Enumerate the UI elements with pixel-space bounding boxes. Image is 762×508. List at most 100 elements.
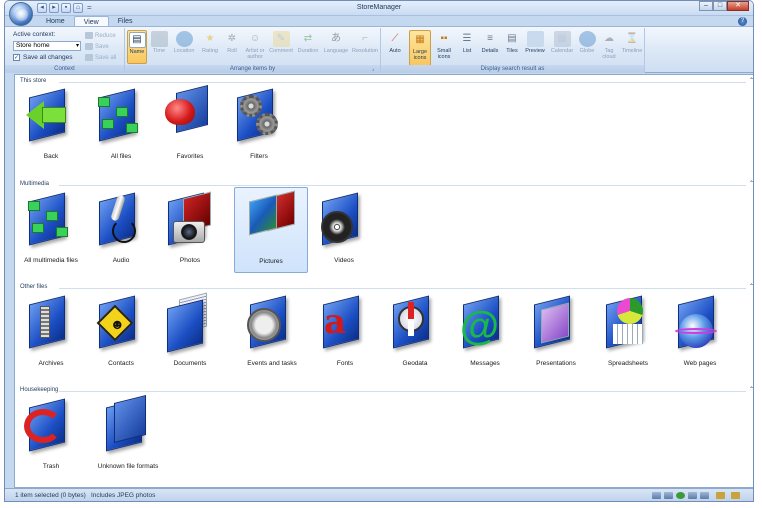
item-trash[interactable]: Trash	[17, 395, 85, 477]
share-icon[interactable]	[688, 492, 697, 499]
filter-icon[interactable]	[664, 492, 673, 499]
arrange-by-artist-button[interactable]: ☺ Artist or author	[243, 30, 267, 64]
fonts-letter-folder-icon: a	[316, 294, 374, 356]
item-spreadsheets[interactable]: Spreadsheets	[594, 292, 662, 374]
section-title: Housekeeping	[20, 387, 59, 393]
item-presentations[interactable]: Presentations	[522, 292, 590, 374]
section-multimedia: Multimedia ⌃	[15, 180, 753, 189]
view-icon[interactable]	[716, 492, 725, 499]
arrange-dialog-launcher-icon[interactable]: ⌟	[372, 66, 378, 72]
display-list-button[interactable]: ☰ List	[457, 30, 477, 64]
item-web-pages[interactable]: Web pages	[666, 292, 734, 374]
arrange-by-rating-button[interactable]: ★ Rating	[199, 30, 221, 64]
arrange-by-language-button[interactable]: あ Language	[322, 30, 350, 64]
item-documents[interactable]: Documents	[156, 292, 224, 374]
arrange-by-location-button[interactable]: Location	[171, 30, 197, 64]
item-unknown-file-formats[interactable]: Unknown file formats	[87, 395, 169, 477]
item-fonts[interactable]: a Fonts	[311, 292, 379, 374]
spreadsheets-chart-folder-icon	[599, 294, 657, 356]
film-roll-icon: ✲	[227, 33, 237, 44]
item-label: Spreadsheets	[607, 360, 649, 367]
item-events-and-tasks[interactable]: Events and tasks	[233, 292, 311, 374]
display-group-label: Display search result as	[381, 65, 644, 73]
display-calendar-label: Calendar	[550, 48, 574, 54]
display-timeline-button[interactable]: ⌛ Timeline	[621, 30, 643, 64]
store-browser: This store ⌃ Back All files Favorites Fi…	[14, 74, 753, 488]
item-label: Contacts	[108, 360, 134, 367]
item-photos[interactable]: Photos	[156, 189, 224, 271]
display-small-icons-button[interactable]: ▪▪ Small icons	[433, 30, 455, 64]
arrange-by-rating-label: Rating	[202, 48, 218, 54]
save-button[interactable]: Save	[85, 43, 109, 50]
display-details-label: Details	[481, 48, 499, 54]
refresh-icon[interactable]	[676, 492, 685, 499]
item-audio[interactable]: Audio	[87, 189, 155, 271]
arrange-by-name-button[interactable]: ▤ Name	[127, 30, 147, 64]
item-label: Archives	[38, 360, 64, 367]
display-calendar-button[interactable]: ▦ Calendar	[549, 30, 575, 64]
preview-icon	[526, 31, 544, 47]
minimize-button[interactable]: –	[699, 1, 713, 11]
item-back[interactable]: Back	[17, 85, 85, 167]
reduce-button[interactable]: Reduce	[85, 32, 116, 39]
item-label: Fonts	[336, 360, 354, 367]
timeline-icon: ⌛	[625, 33, 639, 44]
arrange-by-time-button[interactable]: ◷ Time	[149, 30, 169, 64]
people-icon[interactable]	[731, 492, 740, 499]
item-label: All files	[110, 153, 132, 160]
item-pictures[interactable]: Pictures	[234, 187, 308, 273]
item-all-files[interactable]: All files	[87, 85, 155, 167]
save-all-label: Save all	[95, 54, 117, 61]
close-button[interactable]: ✕	[727, 1, 749, 11]
save-all-changes-checkbox[interactable]: ✓ Save all changes	[13, 54, 73, 61]
arrange-by-comment-label: Comment	[269, 48, 293, 54]
display-tag-cloud-button[interactable]: ☁ Tag cloud	[599, 30, 619, 64]
title-bar: ◂ ▸ ▪ ⌂ = StoreManager – □ ✕	[5, 1, 753, 16]
item-archives[interactable]: Archives	[17, 292, 85, 374]
arrange-by-resolution-button[interactable]: ⌐ Resolution	[351, 30, 379, 64]
item-label: Photos	[179, 257, 201, 264]
store-select[interactable]: Store home ▾	[13, 41, 81, 51]
arrange-by-resolution-label: Resolution	[352, 48, 378, 54]
settings-icon[interactable]	[700, 492, 709, 499]
display-large-icons-button[interactable]: ▦ Large icons	[409, 30, 431, 66]
save-label: Save	[95, 43, 109, 50]
maximize-button[interactable]: □	[713, 1, 727, 11]
item-geodata[interactable]: Geodata	[381, 292, 449, 374]
section-other-files: Other files ⌃	[15, 283, 753, 292]
status-bar: 1 item selected (0 bytes) Includes JPEG …	[5, 488, 753, 501]
collapse-chevron-icon[interactable]: ⌃	[749, 77, 753, 84]
item-label: Pictures	[259, 258, 283, 265]
item-label: Favorites	[176, 153, 204, 160]
display-details-button[interactable]: ≡ Details	[479, 30, 501, 64]
item-videos[interactable]: Videos	[310, 189, 378, 271]
store-icon[interactable]	[652, 492, 661, 499]
large-icons-icon: ▦	[415, 34, 425, 45]
collapse-chevron-icon[interactable]: ⌃	[749, 283, 753, 290]
arrange-by-roll-label: Roll	[227, 48, 237, 54]
section-housekeeping: Housekeeping ⌃	[15, 386, 753, 395]
small-icons-icon: ▪▪	[440, 33, 448, 44]
display-auto-button[interactable]: ⟋ Auto	[385, 30, 405, 64]
item-filters[interactable]: Filters	[225, 85, 293, 167]
collapse-chevron-icon[interactable]: ⌃	[749, 180, 753, 187]
arrange-by-roll-button[interactable]: ✲ Roll	[223, 30, 241, 64]
arrange-by-duration-button[interactable]: ⇄ Duration	[295, 30, 321, 64]
display-tiles-button[interactable]: ▤ Tiles	[503, 30, 521, 64]
application-menu-button[interactable]	[9, 2, 33, 26]
photos-camera-folder-icon	[161, 191, 219, 253]
display-globe-button[interactable]: Globe	[577, 30, 597, 64]
item-favorites[interactable]: Favorites	[156, 85, 224, 167]
display-list-label: List	[462, 48, 472, 54]
ribbon: Active context: Store home ▾ ✓ Save all ch…	[5, 26, 753, 73]
item-label: Trash	[42, 463, 60, 470]
save-all-button[interactable]: Save all	[85, 54, 116, 61]
item-contacts[interactable]: ☻ Contacts	[87, 292, 155, 374]
arrange-by-comment-button[interactable]: ✎ Comment	[268, 30, 294, 64]
collapse-chevron-icon[interactable]: ⌃	[749, 386, 753, 393]
display-preview-button[interactable]: Preview	[523, 30, 547, 64]
item-messages[interactable]: @ Messages	[451, 292, 519, 374]
help-icon[interactable]: ?	[738, 17, 747, 26]
item-all-multimedia-files[interactable]: All multimedia files	[17, 189, 85, 271]
section-title: This store	[20, 78, 47, 84]
